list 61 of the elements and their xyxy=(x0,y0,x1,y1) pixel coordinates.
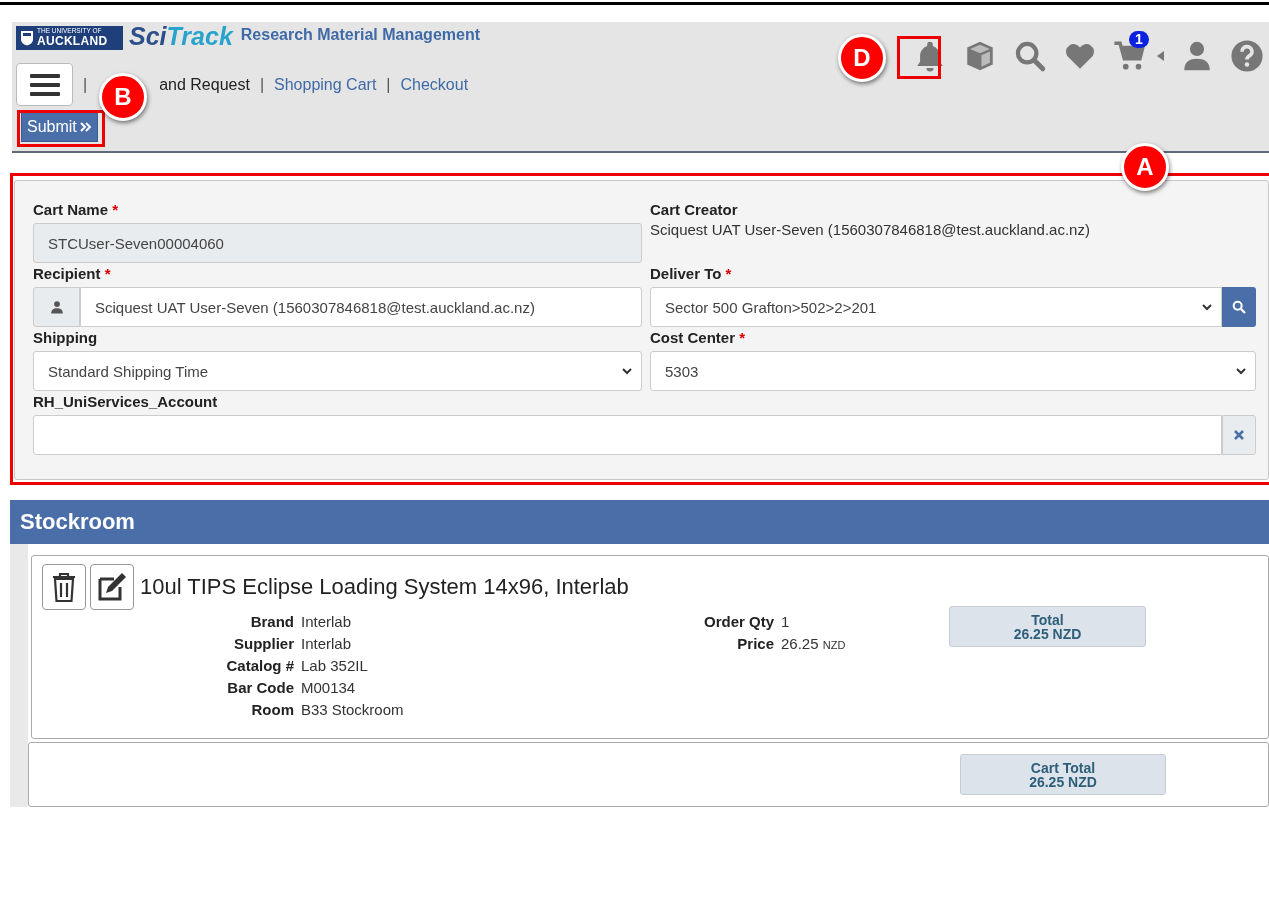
detail-label: Brand xyxy=(249,613,294,630)
dropdown[interactable]: 5303 xyxy=(650,351,1256,391)
person-icon xyxy=(33,287,80,327)
input-field[interactable] xyxy=(33,415,1222,455)
double-chevron-icon xyxy=(79,121,92,133)
item-title: 10ul TIPS Eclipse Loading System 14x96, Interlab xyxy=(140,574,629,600)
menu-button[interactable] xyxy=(16,63,73,106)
field-label: Cost Center * xyxy=(650,329,747,346)
chevron-icon xyxy=(1235,365,1247,377)
trash-icon xyxy=(51,571,77,603)
field-label: Cart Creator xyxy=(650,201,739,218)
nav-link[interactable]: and Request xyxy=(159,75,250,94)
highlight-frame xyxy=(897,36,941,79)
dropdown[interactable]: Standard Shipping Time xyxy=(33,351,642,391)
field-label: Cart Name * xyxy=(33,201,120,218)
edit-button[interactable] xyxy=(90,564,134,610)
delete-button[interactable] xyxy=(42,564,86,610)
detail-value: Lab 352IL xyxy=(301,657,369,674)
chevron-icon xyxy=(621,365,633,377)
detail-label: Bar Code xyxy=(226,679,294,696)
total-box: Total 26.25 NZD xyxy=(949,606,1146,647)
field-label: Shipping xyxy=(33,329,99,346)
detail-label: Supplier xyxy=(233,635,294,652)
help-icon[interactable] xyxy=(1230,39,1264,73)
search-button[interactable] xyxy=(1222,287,1256,327)
detail-value: Interlab xyxy=(301,613,353,630)
detail-value: 26.25 NZD xyxy=(781,635,847,652)
text-field[interactable]: STCUser-Seven00004060 xyxy=(33,223,642,263)
field-value: Sciquest UAT User-Seven (1560307846818@test.auckland.ac.nz) xyxy=(650,221,1091,238)
search-icon[interactable] xyxy=(1013,39,1047,73)
cart-total-box: Cart Total 26.25 NZD xyxy=(960,754,1166,795)
section-header: Stockroom xyxy=(10,500,1269,544)
detail-label: Order Qty xyxy=(702,613,774,630)
detail-value: B33 Stockroom xyxy=(301,701,405,718)
input-field[interactable]: Sciquest UAT User-Seven (1560307846818@test.auckland.ac.nz) xyxy=(80,287,642,327)
close-icon xyxy=(1233,429,1245,441)
detail-label: Price xyxy=(736,635,774,652)
caret-icon[interactable] xyxy=(1157,51,1164,61)
dropdown[interactable]: Sector 500 Grafton>502>2>201 xyxy=(650,287,1222,327)
separator: | xyxy=(386,75,391,94)
field-label: Deliver To * xyxy=(650,265,733,282)
search-icon xyxy=(1231,299,1247,315)
detail-label: Room xyxy=(250,701,294,718)
field-label: RH_UniServices_Account xyxy=(33,393,219,410)
menu-icon xyxy=(29,72,60,97)
field-label: Recipient * xyxy=(33,265,112,282)
submit-button[interactable]: Submit xyxy=(21,112,98,142)
detail-label: Catalog # xyxy=(225,657,294,674)
detail-value: 1 xyxy=(781,613,791,630)
app-name: SciTrack xyxy=(129,22,233,51)
separator: | xyxy=(83,75,88,94)
nav-link[interactable]: Shopping Cart xyxy=(274,75,377,94)
app-subtitle: Research Material Management xyxy=(240,25,480,44)
detail-value: M00134 xyxy=(301,679,357,696)
detail-value: Interlab xyxy=(301,635,353,652)
chevron-icon xyxy=(1201,301,1213,313)
nav-link[interactable]: Checkout xyxy=(400,75,469,94)
clear-button[interactable] xyxy=(1222,415,1256,455)
separator: | xyxy=(259,75,265,94)
cart-count-badge: 1 xyxy=(1129,31,1149,48)
edit-icon xyxy=(96,571,128,603)
